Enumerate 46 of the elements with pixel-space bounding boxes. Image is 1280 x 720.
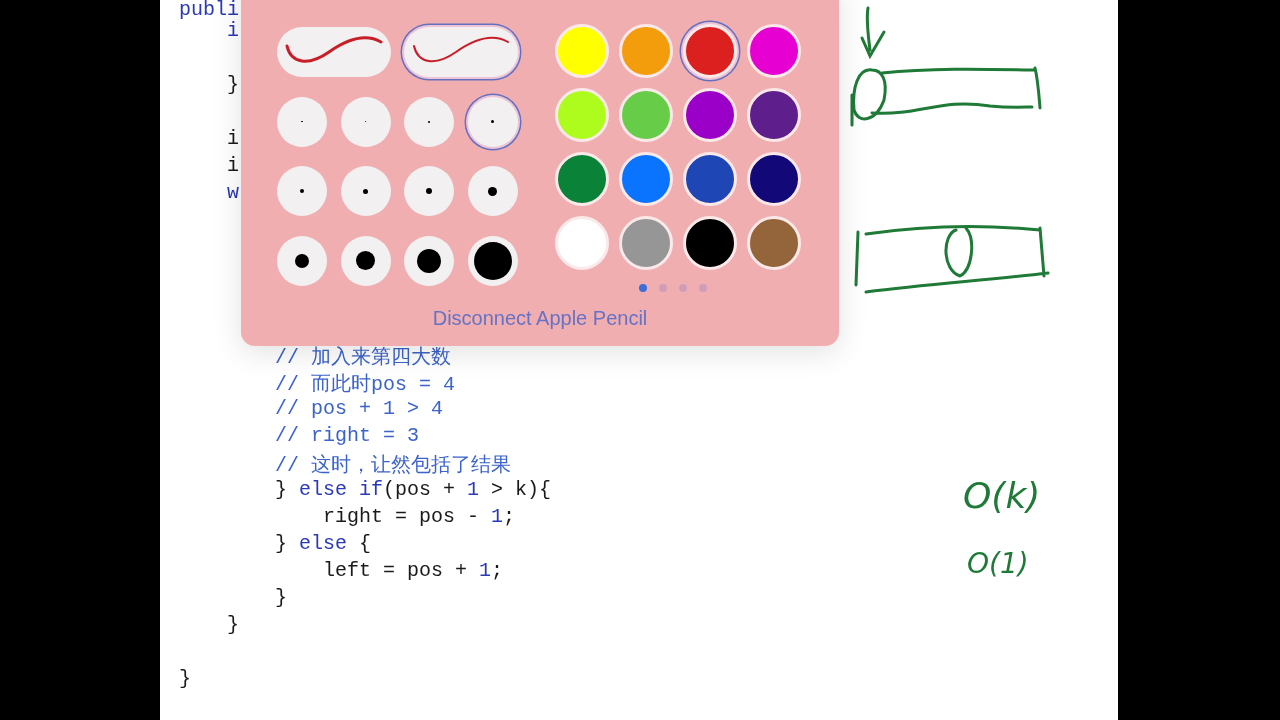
- color-swatch[interactable]: [618, 152, 673, 206]
- color-swatch[interactable]: [746, 152, 801, 206]
- handwritten-note: O(1): [967, 550, 1029, 578]
- page-dot[interactable]: [658, 284, 667, 292]
- code-line: right = pos - 1;: [322, 505, 516, 530]
- handwritten-note: O(k): [963, 478, 1041, 514]
- code-line: // 加入来第四大数: [274, 345, 452, 370]
- color-swatch[interactable]: [682, 152, 737, 206]
- page-dot[interactable]: [678, 284, 687, 292]
- page-dot[interactable]: [638, 284, 647, 292]
- code-line: }: [179, 667, 191, 692]
- code-line: // right = 3: [274, 424, 420, 449]
- disconnect-button[interactable]: Disconnect Apple Pencil: [428, 305, 652, 332]
- color-swatch[interactable]: [682, 24, 737, 78]
- color-swatch[interactable]: [746, 24, 801, 78]
- code-line: }: [274, 586, 288, 611]
- code-line: publi: [179, 0, 239, 19]
- color-swatch[interactable]: [746, 216, 801, 270]
- code-line: } else {: [274, 532, 372, 557]
- code-line: i: [226, 19, 239, 44]
- color-swatch[interactable]: [554, 216, 609, 270]
- color-swatch[interactable]: [618, 88, 673, 142]
- code-line: left = pos + 1;: [322, 559, 504, 584]
- code-line: w: [226, 181, 239, 206]
- code-line: // 而此时pos = 4: [274, 372, 456, 397]
- stroke-style-button[interactable]: [277, 27, 391, 77]
- code-line: // 这时，让然包括了结果: [274, 453, 512, 478]
- code-line: i: [226, 154, 239, 179]
- color-swatch[interactable]: [682, 88, 737, 142]
- color-swatch[interactable]: [554, 24, 609, 78]
- stroke-style-button[interactable]: [404, 27, 518, 77]
- code-line: i: [226, 127, 239, 152]
- brush-size-button[interactable]: [277, 235, 327, 286]
- color-swatch[interactable]: [746, 88, 801, 142]
- color-swatch[interactable]: [618, 216, 673, 270]
- brush-size-button[interactable]: [404, 235, 454, 286]
- page-dot[interactable]: [698, 284, 707, 292]
- code-line: // pos + 1 > 4: [274, 397, 444, 422]
- code-line: }: [226, 73, 239, 98]
- color-swatch[interactable]: [682, 216, 737, 270]
- color-swatch[interactable]: [554, 152, 609, 206]
- code-line: } else if(pos + 1 > k){: [274, 478, 552, 503]
- brush-size-button[interactable]: [467, 166, 518, 216]
- color-swatch[interactable]: [618, 24, 673, 78]
- code-line: }: [226, 613, 239, 638]
- color-swatch[interactable]: [554, 88, 609, 142]
